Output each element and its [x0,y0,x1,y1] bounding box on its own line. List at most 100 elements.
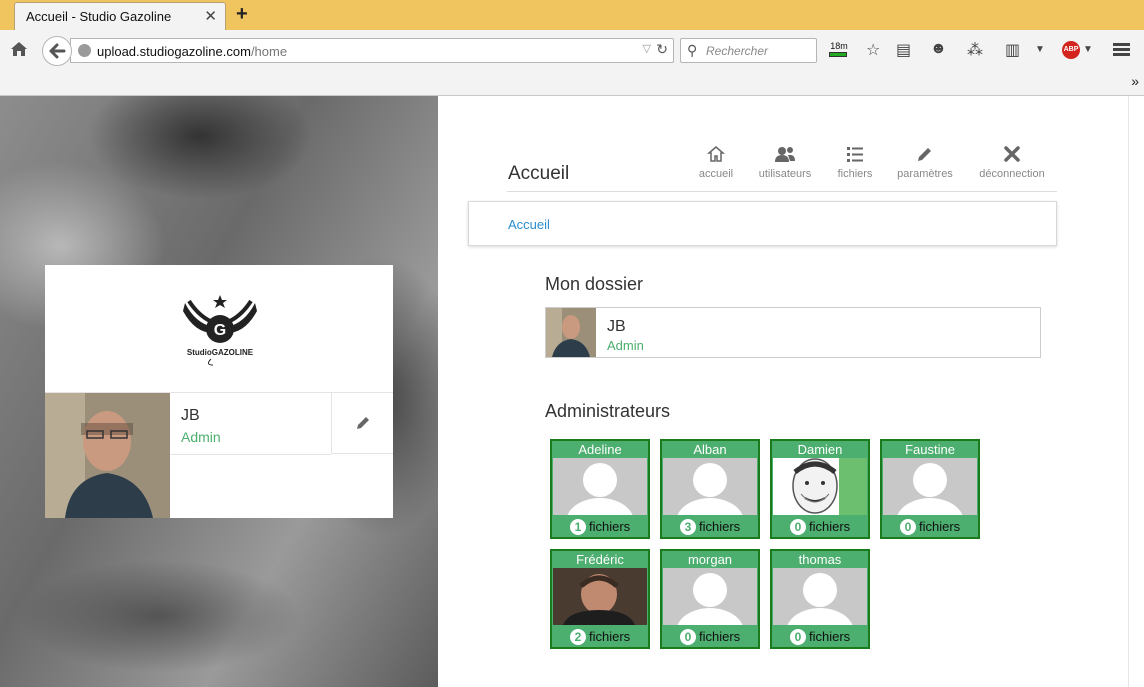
nav-fichiers-label: fichiers [837,168,873,180]
avatar-placeholder [883,458,977,515]
nav-accueil[interactable]: accueil [697,144,735,180]
search-input[interactable]: ⚲ Rechercher [680,38,817,63]
tab-title: Accueil - Studio Gazoline [26,9,172,24]
timer-label[interactable]: 18m [829,41,849,51]
file-count-badge: 0 [790,629,806,645]
profile-card: G StudioGAZOLINE JB Admin [45,265,393,518]
logo-text: StudioGAZOLINE [187,348,254,357]
studio-gazoline-logo: G StudioGAZOLINE [183,295,257,366]
avatar-placeholder [553,458,647,515]
close-tab-icon[interactable]: ✕ [204,7,217,25]
share-icon[interactable]: ⁂ [967,40,983,60]
files-label: fichiers [589,629,631,644]
file-count-badge: 1 [570,519,586,535]
admins-title: Administrateurs [545,401,671,421]
reload-icon[interactable]: ↻ [656,41,668,58]
search-placeholder: Rechercher [706,44,769,58]
profile-photo [45,393,170,518]
url-bar[interactable]: upload.studiogazoline.com/home ▽ ↻ [70,38,674,63]
list-icon [847,147,863,162]
nav-fichiers[interactable]: fichiers [834,144,876,180]
page: G StudioGAZOLINE JB Admin Accueil accuei… [0,96,1144,687]
files-label: fichiers [699,519,741,534]
file-count-badge: 3 [680,519,696,535]
admin-tile[interactable]: Alban 3 fichiers [660,439,760,539]
files-label: fichiers [809,519,851,534]
nav-utilisateurs[interactable]: utilisateurs [755,144,815,180]
logo-area: G StudioGAZOLINE [45,265,393,393]
admin-tile[interactable]: Frédéric 2 fichiers [550,549,650,649]
header-divider [507,191,1057,192]
avatar-placeholder [773,568,867,625]
page-title: Accueil [508,163,570,184]
divider [170,454,331,455]
admin-tile[interactable]: Adeline 1 fichiers [550,439,650,539]
browser-toolbar: upload.studiogazoline.com/home ▽ ↻ ⚲ Rec… [0,30,1144,70]
file-count-badge: 0 [790,519,806,535]
chat-icon[interactable]: ☻ [930,40,947,58]
profile-name: JB [181,407,200,424]
admin-tile[interactable]: thomas 0 fichiers [770,549,870,649]
files-label: fichiers [809,629,851,644]
scrollbar[interactable] [1128,96,1144,687]
adblock-icon[interactable]: ABP [1062,41,1080,59]
files-label: fichiers [919,519,961,534]
timer-bar [829,52,847,57]
avatar-placeholder [663,458,757,515]
nav-deconnection-label: déconnection [979,168,1045,180]
nav-parametres-label: paramètres [897,168,953,180]
my-folder-photo [546,308,596,357]
admin-name: morgan [687,552,733,567]
admin-tile[interactable]: morgan 0 fichiers [660,549,760,649]
home-icon[interactable] [10,41,28,57]
new-tab-button[interactable]: + [236,3,248,26]
my-folder-card[interactable]: JB Admin [545,307,1041,358]
my-folder-title: Mon dossier [545,274,644,294]
file-count-badge: 0 [900,519,916,535]
my-folder-role: Admin [607,338,644,353]
files-label: fichiers [589,519,631,534]
admin-tile[interactable]: Damien 0 fichiers [770,439,870,539]
admin-name: Frédéric [576,552,624,567]
clipboard-icon[interactable]: ▥ [1005,40,1020,60]
house-icon [707,146,725,162]
admin-name: thomas [798,552,842,567]
admin-name: Damien [797,442,843,457]
avatar-drawing [773,458,867,515]
users-icon [775,147,795,162]
bookmarks-bar: » [0,70,1144,96]
admin-name: Adeline [578,442,622,457]
breadcrumb: Accueil [468,201,1057,246]
breadcrumb-link-accueil[interactable]: Accueil [508,217,550,232]
dropdown-triangle-icon[interactable]: ▽ [643,42,651,55]
file-count-badge: 0 [680,629,696,645]
pencil-icon [918,148,931,161]
back-button[interactable] [42,36,72,66]
bookmark-star-icon[interactable]: ☆ [866,40,880,60]
avatar-placeholder [663,568,757,625]
overflow-chevron-icon[interactable]: » [1131,73,1139,89]
admin-tile[interactable]: Faustine 0 fichiers [880,439,980,539]
browser-tab[interactable]: Accueil - Studio Gazoline ✕ [14,2,226,30]
search-icon: ⚲ [687,42,698,58]
nav-accueil-label: accueil [698,168,734,180]
dropdown-icon[interactable]: ▼ [1035,44,1045,55]
pencil-icon [357,417,369,429]
globe-icon [78,44,91,57]
nav-parametres[interactable]: paramètres [895,144,955,180]
avatar-photo [553,568,647,625]
admin-name: Faustine [905,442,955,457]
reading-list-icon[interactable]: ▤ [896,40,911,60]
svg-text:G: G [214,322,226,339]
files-label: fichiers [699,629,741,644]
url-text[interactable]: upload.studiogazoline.com/home [97,44,287,59]
my-folder-name: JB [607,318,626,335]
adblock-dropdown-icon[interactable]: ▼ [1083,44,1093,55]
edit-profile-button[interactable] [331,393,393,454]
profile-role: Admin [181,429,221,445]
browser-tab-strip: Accueil - Studio Gazoline ✕ + [0,0,1144,30]
file-count-badge: 2 [570,629,586,645]
hamburger-menu-icon[interactable] [1113,43,1130,56]
close-icon [1004,146,1020,162]
nav-deconnection[interactable]: déconnection [976,144,1048,180]
